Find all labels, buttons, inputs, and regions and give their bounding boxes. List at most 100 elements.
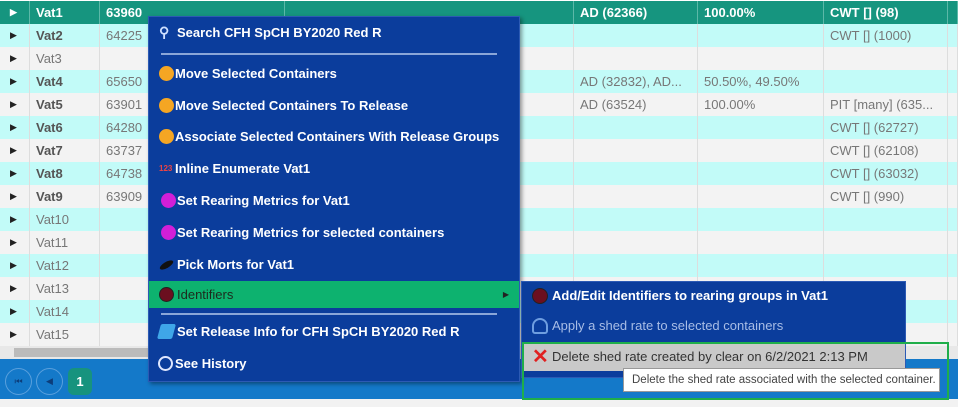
prev-page-button[interactable]: ◀ xyxy=(36,368,63,395)
container-name: Vat4 xyxy=(30,70,100,93)
cell xyxy=(948,277,958,300)
cell xyxy=(948,116,958,139)
expand-arrow-icon[interactable]: ▶ xyxy=(0,139,30,162)
cell xyxy=(948,24,958,47)
percent-cell: 100.00% xyxy=(698,93,824,116)
submenu-item-apply-shed-rate[interactable]: Apply a shed rate to selected containers xyxy=(522,312,905,340)
ad-cell xyxy=(574,47,698,70)
shed-icon xyxy=(532,318,548,334)
ad-cell: AD (63524) xyxy=(574,93,698,116)
percent-cell xyxy=(698,208,824,231)
expand-arrow-icon[interactable]: ▶ xyxy=(0,231,30,254)
cell xyxy=(948,231,958,254)
expand-arrow-icon[interactable]: ▶ xyxy=(0,277,30,300)
ad-cell xyxy=(574,254,698,277)
percent-cell xyxy=(698,162,824,185)
release-icon xyxy=(156,324,177,339)
expand-arrow-icon[interactable]: ▶ xyxy=(0,162,30,185)
expand-arrow-icon[interactable]: ▶ xyxy=(0,1,30,24)
expand-arrow-icon[interactable]: ▶ xyxy=(0,185,30,208)
menu-item-history[interactable]: See History xyxy=(149,350,519,377)
expand-arrow-icon[interactable]: ▶ xyxy=(0,300,30,323)
ad-cell: AD (32832), AD... xyxy=(574,70,698,93)
container-name: Vat11 xyxy=(30,231,100,254)
percent-cell xyxy=(698,231,824,254)
menu-item-release-info[interactable]: Set Release Info for CFH SpCH BY2020 Red… xyxy=(149,318,519,345)
id-icon xyxy=(532,288,548,304)
expand-arrow-icon[interactable]: ▶ xyxy=(0,116,30,139)
expand-arrow-icon[interactable]: ▶ xyxy=(0,47,30,70)
cell xyxy=(948,1,958,24)
cell xyxy=(948,208,958,231)
menu-separator xyxy=(161,53,497,55)
container-name: Vat10 xyxy=(30,208,100,231)
tag-cell: CWT [] (62727) xyxy=(824,116,948,139)
tag-cell: PIT [many] (635... xyxy=(824,93,948,116)
submenu-item-add-edit-identifiers[interactable]: Add/Edit Identifiers to rearing groups i… xyxy=(522,282,905,310)
ad-cell xyxy=(574,139,698,162)
tag-cell xyxy=(824,70,948,93)
tooltip: Delete the shed rate associated with the… xyxy=(623,368,940,392)
expand-arrow-icon[interactable]: ▶ xyxy=(0,323,30,346)
page-1-button[interactable]: 1 xyxy=(68,368,92,395)
menu-item-identifiers[interactable]: Identifiers ▶ xyxy=(149,281,519,308)
cell xyxy=(948,139,958,162)
expand-arrow-icon[interactable]: ▶ xyxy=(0,93,30,116)
expand-arrow-icon[interactable]: ▶ xyxy=(0,24,30,47)
menu-item-rearing-selected[interactable]: Set Rearing Metrics for selected contain… xyxy=(149,219,519,246)
cell xyxy=(948,93,958,116)
id-icon xyxy=(159,287,174,302)
container-name: Vat7 xyxy=(30,139,100,162)
percent-cell xyxy=(698,139,824,162)
ad-cell xyxy=(574,208,698,231)
expand-arrow-icon[interactable]: ▶ xyxy=(0,70,30,93)
percent-cell xyxy=(698,47,824,70)
container-name: Vat12 xyxy=(30,254,100,277)
ad-cell xyxy=(574,162,698,185)
percent-cell: 100.00% xyxy=(698,1,824,24)
cell xyxy=(948,47,958,70)
menu-separator xyxy=(161,313,497,315)
cell xyxy=(948,185,958,208)
menu-item-move-release[interactable]: Move Selected Containers To Release xyxy=(149,92,519,119)
container-name: Vat1 xyxy=(30,1,100,24)
expand-arrow-icon[interactable]: ▶ xyxy=(0,254,30,277)
menu-item-rearing-vat1[interactable]: Set Rearing Metrics for Vat1 xyxy=(149,187,519,214)
container-name: Vat6 xyxy=(30,116,100,139)
cell xyxy=(948,70,958,93)
menu-item-enumerate[interactable]: 123 Inline Enumerate Vat1 xyxy=(149,155,519,182)
cell xyxy=(948,254,958,277)
cell xyxy=(948,162,958,185)
container-name: Vat14 xyxy=(30,300,100,323)
move-icon xyxy=(159,66,174,81)
percent-cell xyxy=(698,24,824,47)
tag-cell xyxy=(824,208,948,231)
percent-cell: 50.50%, 49.50% xyxy=(698,70,824,93)
menu-item-associate[interactable]: Associate Selected Containers With Relea… xyxy=(149,123,519,150)
tag-cell: CWT [] (98) xyxy=(824,1,948,24)
container-name: Vat15 xyxy=(30,323,100,346)
menu-item-move[interactable]: Move Selected Containers xyxy=(149,60,519,87)
ad-cell: AD (62366) xyxy=(574,1,698,24)
ad-cell xyxy=(574,24,698,47)
tag-cell: CWT [] (1000) xyxy=(824,24,948,47)
percent-cell xyxy=(698,254,824,277)
pin-icon xyxy=(161,193,176,208)
cell xyxy=(948,323,958,346)
container-name: Vat2 xyxy=(30,24,100,47)
ad-cell xyxy=(574,185,698,208)
fish-icon xyxy=(158,258,175,272)
tag-cell: CWT [] (62108) xyxy=(824,139,948,162)
associate-icon xyxy=(159,129,174,144)
cell xyxy=(948,300,958,323)
clock-icon xyxy=(158,356,173,371)
expand-arrow-icon[interactable]: ▶ xyxy=(0,208,30,231)
container-name: Vat3 xyxy=(30,47,100,70)
tag-cell: CWT [] (63032) xyxy=(824,162,948,185)
search-icon: ⚲ xyxy=(159,24,170,40)
menu-item-pick-morts[interactable]: Pick Morts for Vat1 xyxy=(149,251,519,278)
container-name: Vat5 xyxy=(30,93,100,116)
first-page-button[interactable]: ⏮ xyxy=(5,368,32,395)
menu-item-search[interactable]: ⚲ Search CFH SpCH BY2020 Red R xyxy=(149,19,519,46)
tag-cell xyxy=(824,254,948,277)
